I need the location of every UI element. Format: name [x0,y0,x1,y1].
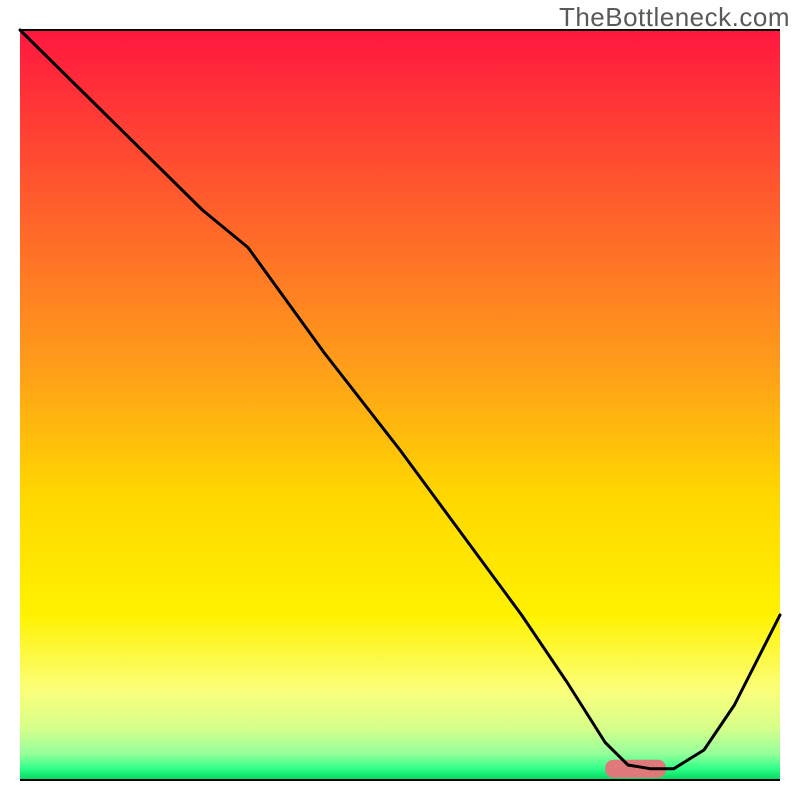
bottleneck-chart [0,0,800,800]
chart-frame: TheBottleneck.com [0,0,800,800]
